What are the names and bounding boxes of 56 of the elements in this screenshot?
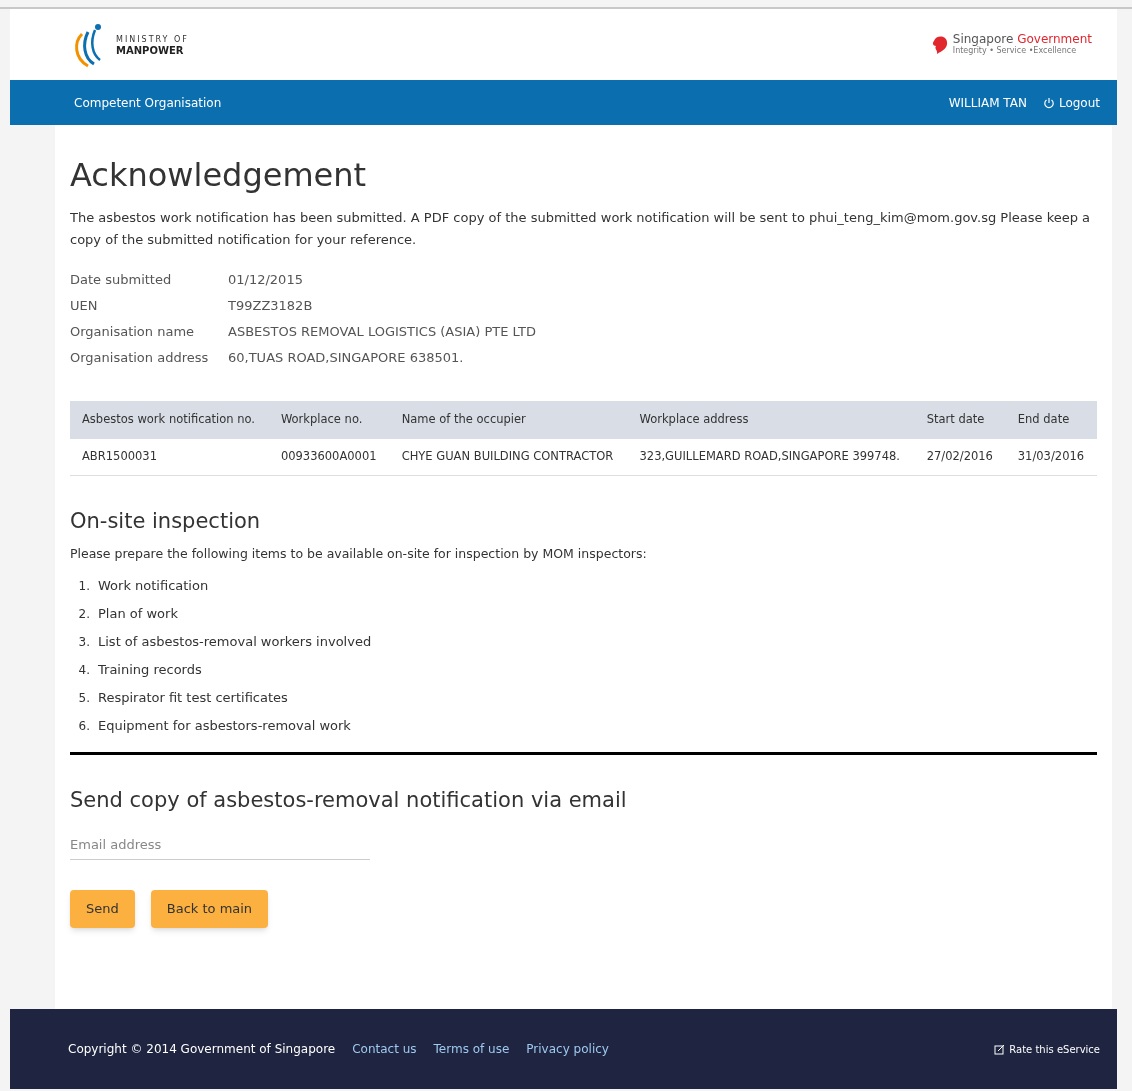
field-label: Organisation address bbox=[70, 349, 210, 367]
column-header: Name of the occupier bbox=[389, 401, 628, 439]
column-header: Workplace address bbox=[627, 401, 915, 439]
list-number: 2. bbox=[78, 605, 90, 623]
action-button[interactable]: Send bbox=[70, 889, 135, 928]
list-item: Work notification bbox=[98, 576, 209, 595]
field-value: 60,TUAS ROAD,SINGAPORE 638501. bbox=[228, 349, 465, 367]
section-title: Competent Organisation bbox=[74, 94, 222, 112]
singapore-text: Singapore bbox=[952, 31, 1014, 46]
list-item: Plan of work bbox=[98, 604, 178, 623]
page-title: Acknowledgement bbox=[70, 155, 368, 195]
table-cell: 27/02/2016 bbox=[914, 439, 1006, 475]
list-number: 1. bbox=[78, 577, 90, 595]
field-value: ASBESTOS REMOVAL LOGISTICS (ASIA) PTE LTD bbox=[228, 323, 537, 341]
table-cell: 31/03/2016 bbox=[1005, 439, 1097, 475]
intro-text: The asbestos work notification has been submitted. A PDF copy of the submitted work notification will be sent to phui_teng_kim@mom.gov.sg Please keep a copy of the submitted notification for your reference. bbox=[70, 209, 1092, 249]
copyright-text: Copyright © 2014 Government of Singapore bbox=[68, 1041, 336, 1058]
field-label: UEN bbox=[70, 297, 99, 315]
logo-text: MINISTRY OF bbox=[116, 33, 189, 45]
list-item: Training records bbox=[98, 660, 202, 679]
column-header: Start date bbox=[914, 401, 1006, 439]
list-number: 6. bbox=[78, 717, 90, 735]
column-header: Asbestos work notification no. bbox=[70, 401, 269, 439]
field-value: 01/12/2015 bbox=[228, 271, 304, 289]
list-item: List of asbestos-removal workers involved bbox=[98, 632, 372, 651]
list-item: Respirator fit test certificates bbox=[98, 688, 288, 707]
footer-link[interactable]: Privacy policy bbox=[526, 1040, 609, 1058]
field-label: Date submitted bbox=[70, 271, 173, 289]
list-number: 3. bbox=[78, 633, 90, 651]
lion-head-icon bbox=[930, 34, 949, 55]
list-number: 5. bbox=[78, 689, 90, 707]
footer-link[interactable]: Terms of use bbox=[433, 1040, 510, 1058]
user-name: WILLIAM TAN bbox=[948, 94, 1027, 112]
section-heading: On-site inspection bbox=[70, 507, 262, 535]
list-item: Equipment for asbestors-removal work bbox=[98, 716, 351, 735]
table-cell: 00933600A0001 bbox=[268, 439, 390, 475]
table-cell: CHYE GUAN BUILDING CONTRACTOR bbox=[389, 439, 628, 475]
action-button[interactable]: Back to main bbox=[150, 889, 269, 928]
logout-link[interactable]: Logout bbox=[1042, 93, 1100, 112]
email-field[interactable]: Email address bbox=[70, 835, 370, 860]
list-number: 4. bbox=[78, 661, 90, 679]
government-text: Government bbox=[1017, 31, 1092, 46]
column-header: End date bbox=[1005, 401, 1097, 439]
power-icon bbox=[1042, 96, 1055, 109]
government-tagline: Integrity • Service •Excellence bbox=[952, 45, 1078, 56]
table-cell: ABR1500031 bbox=[70, 439, 269, 475]
instruction-text: Please prepare the following items to be available on-site for inspection by MOM inspectors: bbox=[70, 545, 648, 563]
column-header: Workplace no. bbox=[268, 401, 390, 439]
edit-icon bbox=[994, 1043, 1006, 1055]
logo-text: MANPOWER bbox=[116, 44, 185, 56]
footer-link[interactable]: Contact us bbox=[352, 1040, 417, 1058]
field-label: Organisation name bbox=[70, 323, 196, 341]
table-cell: 323,GUILLEMARD ROAD,SINGAPORE 399748. bbox=[627, 439, 915, 475]
field-value: T99ZZ3182B bbox=[228, 297, 314, 315]
section-heading: Send copy of asbestos-removal notification via email bbox=[70, 786, 628, 814]
rate-link[interactable]: Rate this eService bbox=[994, 1041, 1100, 1057]
